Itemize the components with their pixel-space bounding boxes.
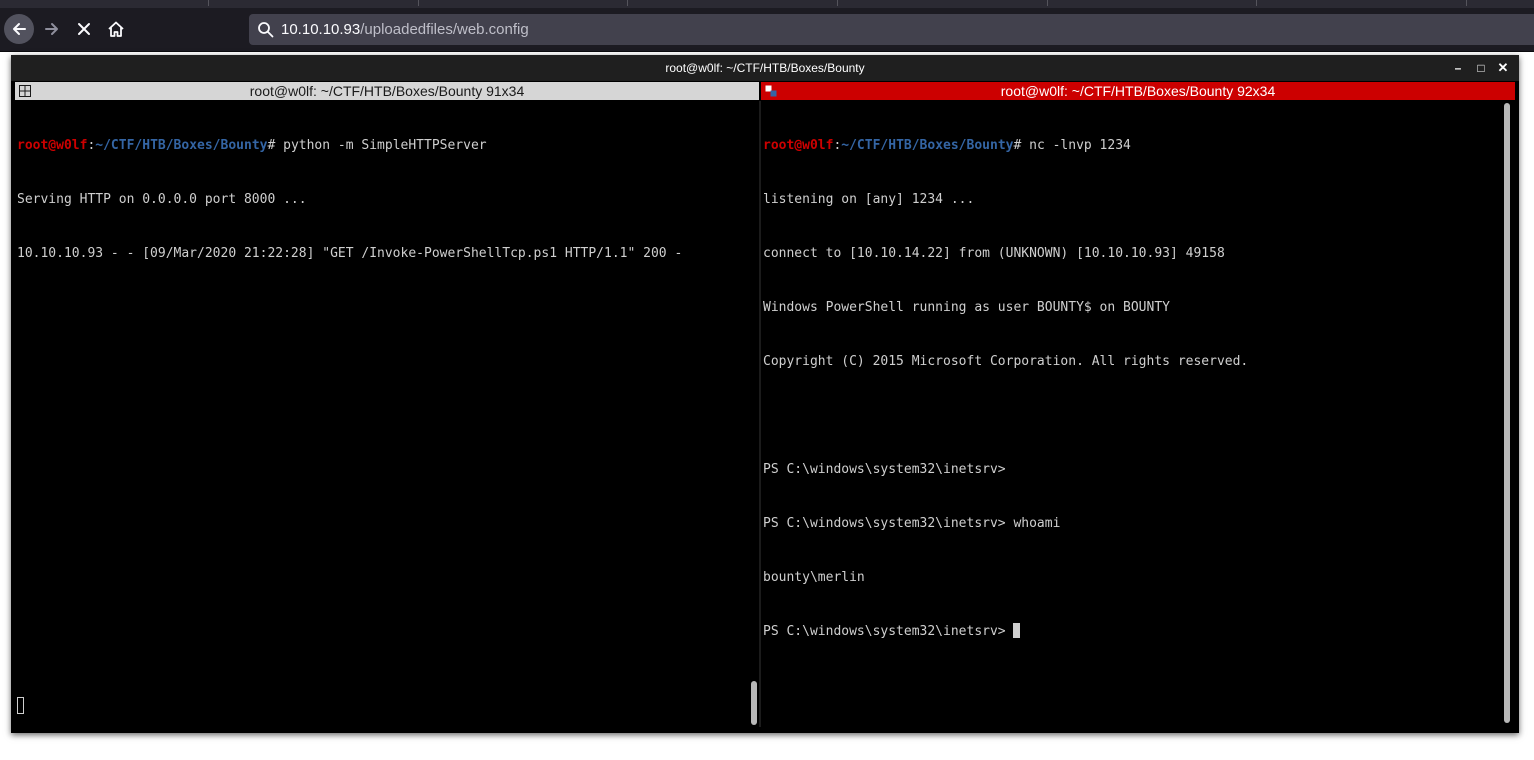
url-path: /uploadedfiles/web.config bbox=[360, 21, 529, 38]
tab-separator bbox=[627, 0, 628, 6]
browser-toolbar: 10.10.10.93/uploadedfiles/web.config bbox=[0, 8, 1534, 52]
terminal-window: root@w0lf: ~/CTF/HTB/Boxes/Bounty – □ ✕ … bbox=[11, 55, 1519, 733]
prompt-user: root@w0lf bbox=[17, 138, 88, 153]
tab-separator bbox=[837, 0, 838, 6]
minimize-button[interactable]: – bbox=[1448, 55, 1468, 81]
output-line: PS C:\windows\system32\inetsrv> whoami bbox=[763, 516, 1061, 531]
output-line: Serving HTTP on 0.0.0.0 port 8000 ... bbox=[17, 192, 307, 207]
terminal-window-title: root@w0lf: ~/CTF/HTB/Boxes/Bounty bbox=[665, 61, 865, 75]
stop-button[interactable] bbox=[69, 14, 99, 44]
command-text: # python -m SimpleHTTPServer bbox=[267, 138, 487, 153]
stop-icon bbox=[78, 23, 90, 35]
output-line: PS C:\windows\system32\inetsrv> bbox=[763, 462, 1006, 477]
url-text[interactable]: 10.10.10.93/uploadedfiles/web.config bbox=[281, 14, 529, 45]
terminal-titlebar[interactable]: root@w0lf: ~/CTF/HTB/Boxes/Bounty – □ ✕ bbox=[11, 55, 1519, 81]
maximize-button[interactable]: □ bbox=[1471, 55, 1491, 81]
home-icon bbox=[108, 21, 124, 37]
tab-separator bbox=[418, 0, 419, 6]
terminal-output: root@w0lf:~/CTF/HTB/Boxes/Bounty# nc -ln… bbox=[763, 101, 1248, 677]
command-text: # nc -lnvp 1234 bbox=[1013, 138, 1131, 153]
scrollbar-thumb[interactable] bbox=[1504, 103, 1510, 723]
output-line: Copyright (C) 2015 Microsoft Corporation… bbox=[763, 354, 1249, 369]
grid-icon[interactable] bbox=[19, 85, 31, 97]
tab-separator bbox=[1466, 0, 1467, 6]
tab-separator bbox=[208, 0, 209, 6]
prompt-line: root@w0lf:~/CTF/HTB/Boxes/Bounty# nc -ln… bbox=[763, 137, 1248, 155]
prompt-path: ~/CTF/HTB/Boxes/Bounty bbox=[95, 138, 268, 153]
tab-separator bbox=[1256, 0, 1257, 6]
output-line: Windows PowerShell running as user BOUNT… bbox=[763, 300, 1170, 315]
prompt-path: ~/CTF/HTB/Boxes/Bounty bbox=[841, 138, 1014, 153]
forward-arrow-icon bbox=[45, 23, 58, 35]
back-arrow-icon bbox=[13, 23, 26, 35]
terminal-cursor bbox=[17, 697, 24, 714]
terminal-output: root@w0lf:~/CTF/HTB/Boxes/Bounty# python… bbox=[17, 101, 682, 299]
output-line: bounty\merlin bbox=[763, 570, 865, 585]
url-bar[interactable]: 10.10.10.93/uploadedfiles/web.config bbox=[249, 14, 1534, 45]
output-line: connect to [10.10.14.22] from (UNKNOWN) … bbox=[763, 246, 1225, 261]
right-scrollbar[interactable] bbox=[1503, 101, 1512, 727]
group-icon[interactable] bbox=[765, 85, 777, 97]
right-pane-titlebar[interactable]: root@w0lf: ~/CTF/HTB/Boxes/Bounty 92x34 bbox=[761, 82, 1515, 100]
prompt-line: root@w0lf:~/CTF/HTB/Boxes/Bounty# python… bbox=[17, 137, 682, 155]
scrollbar-thumb[interactable] bbox=[751, 681, 757, 725]
home-button[interactable] bbox=[101, 14, 131, 44]
left-terminal-pane[interactable]: root@w0lf:~/CTF/HTB/Boxes/Bounty# python… bbox=[15, 101, 750, 727]
prompt-user: root@w0lf bbox=[763, 138, 834, 153]
output-line: listening on [any] 1234 ... bbox=[763, 192, 975, 207]
right-terminal-pane[interactable]: root@w0lf:~/CTF/HTB/Boxes/Bounty# nc -ln… bbox=[761, 101, 1503, 727]
forward-button[interactable] bbox=[37, 14, 67, 44]
browser-tab-strip bbox=[0, 0, 1534, 8]
url-host: 10.10.10.93 bbox=[281, 21, 361, 38]
left-pane-title: root@w0lf: ~/CTF/HTB/Boxes/Bounty 91x34 bbox=[249, 83, 525, 99]
terminal-cursor bbox=[1013, 623, 1021, 638]
ps-prompt: PS C:\windows\system32\inetsrv> bbox=[763, 624, 1014, 639]
left-pane-titlebar[interactable]: root@w0lf: ~/CTF/HTB/Boxes/Bounty 91x34 bbox=[15, 82, 759, 100]
back-button[interactable] bbox=[4, 14, 34, 44]
search-icon bbox=[258, 22, 274, 38]
tab-separator bbox=[1047, 0, 1048, 6]
output-line: 10.10.10.93 - - [09/Mar/2020 21:22:28] "… bbox=[17, 246, 683, 261]
input-line[interactable]: PS C:\windows\system32\inetsrv> bbox=[763, 623, 1248, 641]
right-pane-title: root@w0lf: ~/CTF/HTB/Boxes/Bounty 92x34 bbox=[1000, 83, 1276, 99]
close-button[interactable]: ✕ bbox=[1493, 55, 1513, 81]
left-scrollbar[interactable] bbox=[750, 101, 759, 727]
